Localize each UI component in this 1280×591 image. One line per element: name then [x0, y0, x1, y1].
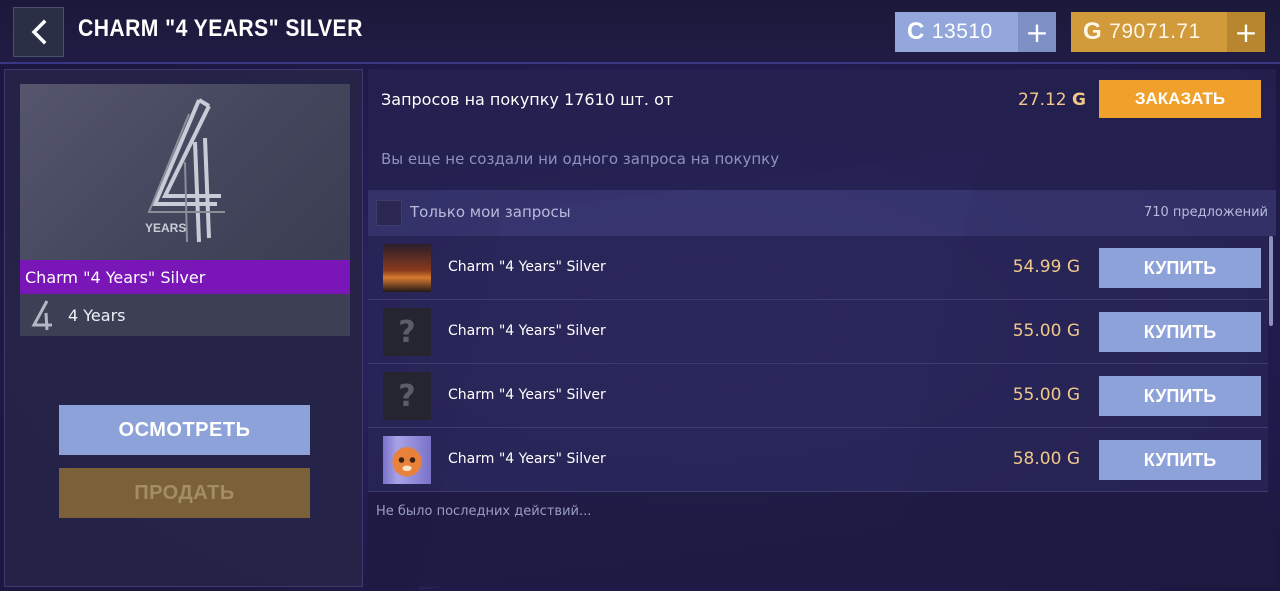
add-gold-button[interactable]: + — [1227, 12, 1265, 52]
item-collection: 4 Years — [20, 294, 350, 336]
silver-coin-icon: C — [907, 18, 925, 45]
back-button[interactable] — [13, 7, 64, 57]
buy-button[interactable]: КУПИТЬ — [1099, 248, 1261, 288]
buy-button[interactable]: КУПИТЬ — [1099, 440, 1261, 480]
item-image: YEARS — [20, 84, 350, 260]
gold-currency: G 79071.71 + — [1071, 12, 1265, 52]
gold-amount: 79071.71 — [1109, 20, 1201, 43]
recent-activity: Не было последних действий... — [368, 492, 1276, 587]
filter-row: Только мои запросы 710 предложений — [368, 190, 1276, 236]
only-my-requests-checkbox[interactable] — [376, 200, 402, 226]
unknown-item-icon: ? — [383, 308, 431, 356]
gold-coin-icon: G — [1066, 449, 1080, 469]
offer-row: Charm "4 Years" Silver 54.99 G КУПИТЬ — [368, 236, 1268, 300]
chevron-left-icon — [31, 19, 46, 45]
market-panel: Запросов на покупку 17610 шт. от 27.12 G… — [368, 69, 1276, 587]
order-button[interactable]: ЗАКАЗАТЬ — [1099, 80, 1261, 118]
offer-price: 55.00 G — [1012, 321, 1080, 341]
offer-item-name: Charm "4 Years" Silver — [448, 259, 606, 275]
item-name: Charm "4 Years" Silver — [20, 260, 350, 294]
offer-row: Charm "4 Years" Silver 58.00 G КУПИТЬ — [368, 428, 1268, 492]
offer-item-name: Charm "4 Years" Silver — [448, 451, 606, 467]
offer-item-name: Charm "4 Years" Silver — [448, 387, 606, 403]
silver-currency: C 13510 + — [895, 12, 1056, 52]
gold-coin-icon: G — [1066, 257, 1080, 277]
gold-coin-icon: G — [1066, 321, 1080, 341]
collection-4-years-icon — [31, 300, 52, 331]
offer-price: 54.99 G — [1012, 257, 1080, 277]
no-requests-message: Вы еще не создали ни одного запроса на п… — [381, 150, 780, 168]
offer-price: 58.00 G — [1012, 449, 1080, 469]
recent-activity-text: Не было последних действий... — [376, 504, 592, 519]
offers-list: Charm "4 Years" Silver 54.99 G КУПИТЬ ? … — [368, 236, 1276, 492]
tiger-sticker-thumbnail — [383, 436, 431, 484]
offers-count: 710 предложений — [1143, 205, 1268, 220]
item-panel: YEARS Charm "4 Years" Silver 4 Years ОСМ… — [4, 69, 363, 587]
tiger-face-icon — [392, 447, 422, 477]
only-my-requests-label[interactable]: Только мои запросы — [410, 203, 571, 221]
svg-text:YEARS: YEARS — [145, 221, 186, 235]
page-title: CHARM "4 YEARS" SILVER — [78, 15, 363, 42]
inspect-button[interactable]: ОСМОТРЕТЬ — [59, 405, 310, 455]
item-card: YEARS Charm "4 Years" Silver 4 Years — [20, 84, 350, 336]
buy-request-price: 27.12 G — [1017, 90, 1086, 110]
offer-row: ? Charm "4 Years" Silver 55.00 G КУПИТЬ — [368, 364, 1268, 428]
charm-4-years-image: YEARS — [145, 98, 225, 243]
offers-scrollbar[interactable] — [1269, 236, 1273, 326]
gold-coin-icon: G — [1066, 385, 1080, 405]
buy-order-block: Запросов на покупку 17610 шт. от 27.12 G… — [368, 69, 1276, 190]
silver-amount: 13510 — [931, 20, 993, 43]
offer-price: 55.00 G — [1012, 385, 1080, 405]
buy-button[interactable]: КУПИТЬ — [1099, 312, 1261, 352]
offer-row: ? Charm "4 Years" Silver 55.00 G КУПИТЬ — [368, 300, 1268, 364]
sunset-sticker-thumbnail — [383, 244, 431, 292]
offer-item-name: Charm "4 Years" Silver — [448, 323, 606, 339]
collection-name: 4 Years — [68, 305, 126, 325]
add-silver-button[interactable]: + — [1018, 12, 1056, 52]
unknown-item-icon: ? — [383, 372, 431, 420]
buy-requests-text: Запросов на покупку 17610 шт. от — [381, 90, 674, 109]
gold-coin-icon: G — [1072, 90, 1086, 110]
sell-button[interactable]: ПРОДАТЬ — [59, 468, 310, 518]
gold-coin-icon: G — [1083, 18, 1103, 45]
top-bar: CHARM "4 YEARS" SILVER C 13510 + G 79071… — [0, 0, 1280, 64]
buy-button[interactable]: КУПИТЬ — [1099, 376, 1261, 416]
